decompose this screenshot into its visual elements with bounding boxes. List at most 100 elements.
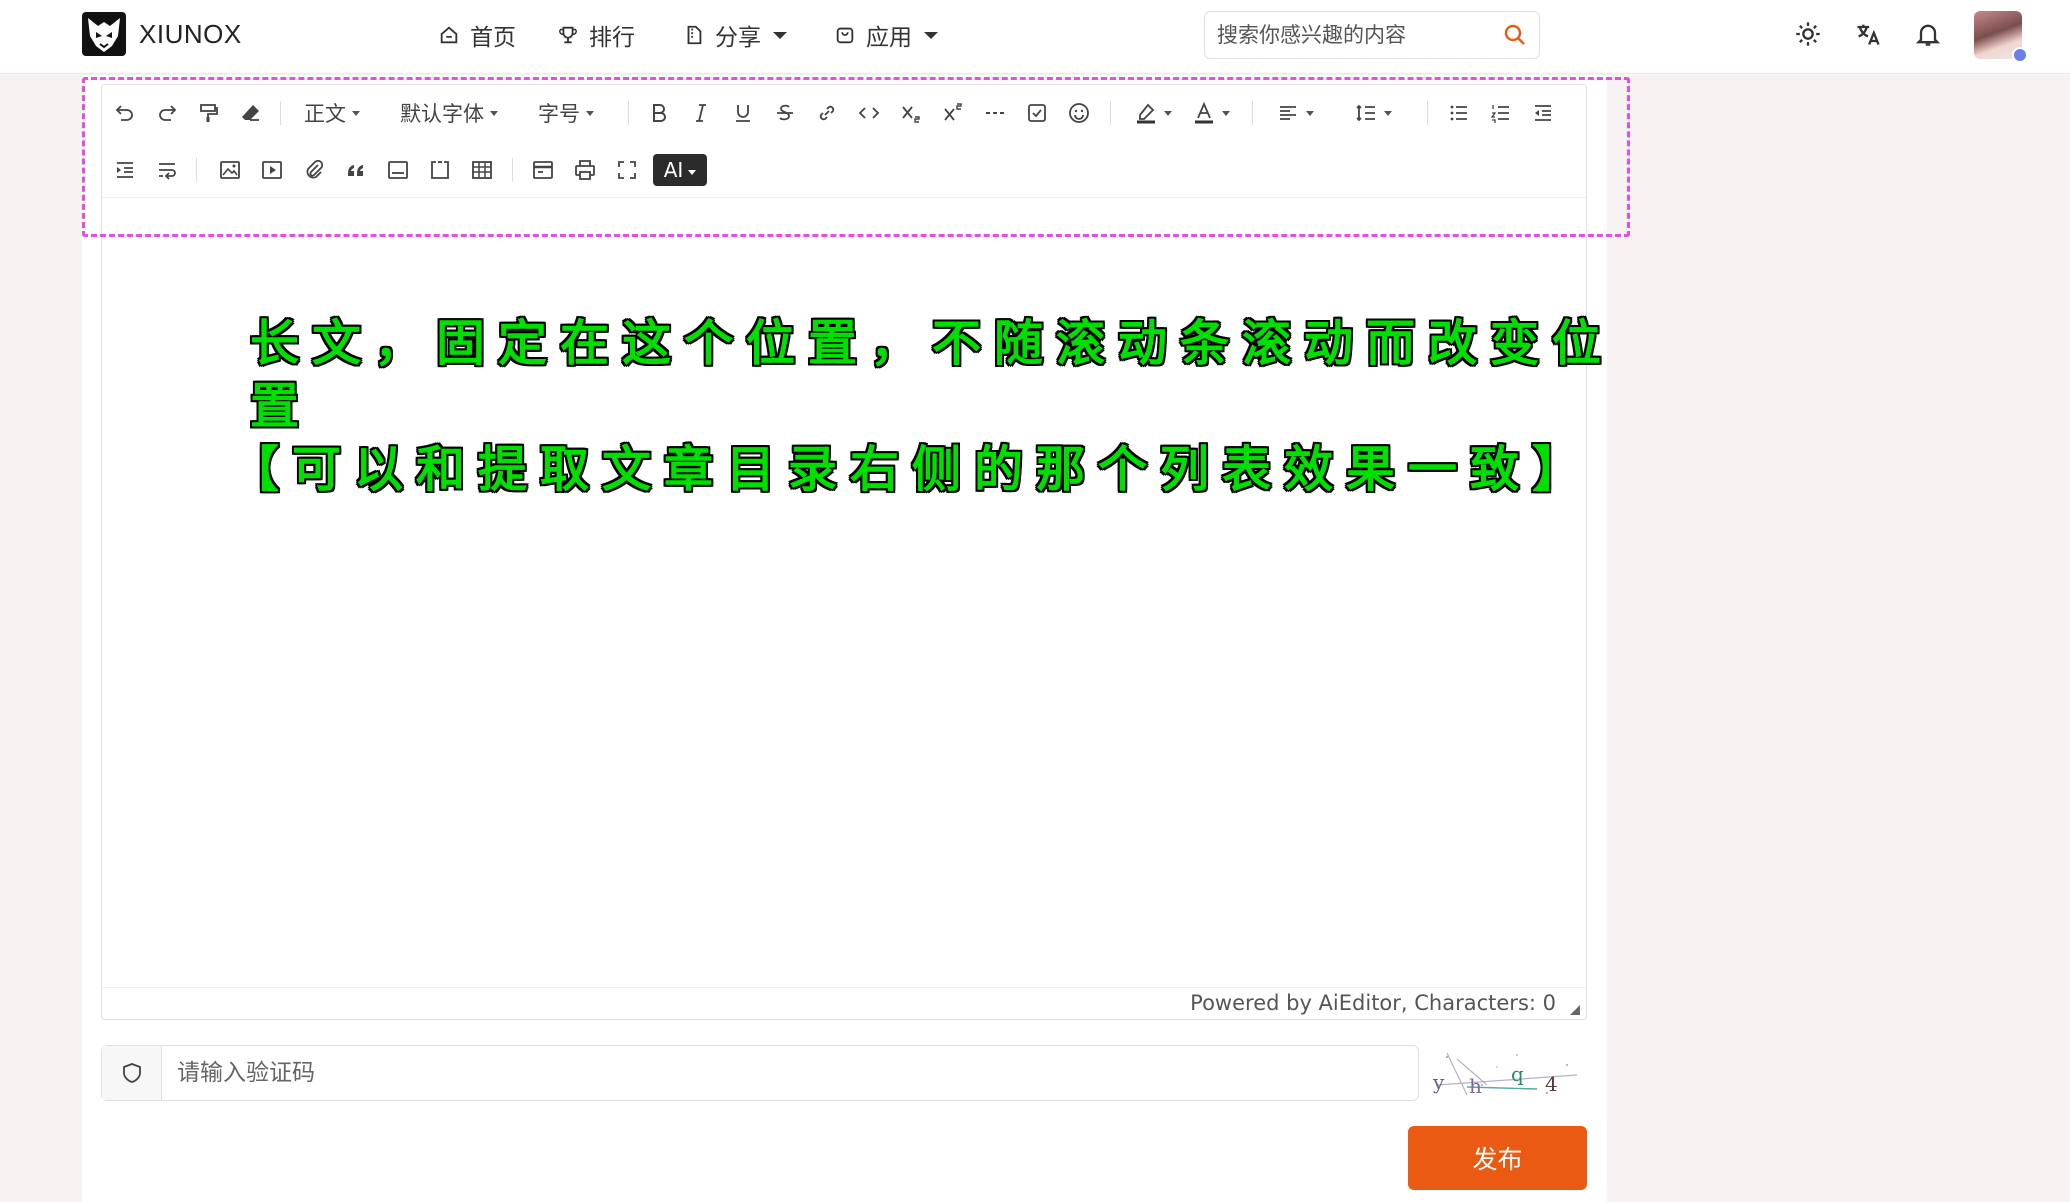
ai-label: AI — [663, 158, 684, 182]
highlight-color-button[interactable] — [1128, 96, 1178, 130]
video-button[interactable] — [255, 153, 289, 187]
italic-button[interactable] — [684, 96, 718, 130]
table-icon — [472, 161, 492, 179]
avatar[interactable] — [1974, 11, 2028, 63]
captcha-image[interactable]: y h q 4 — [1427, 1045, 1587, 1101]
outdent-button[interactable] — [1526, 96, 1560, 130]
window-icon — [533, 161, 553, 179]
search-input[interactable] — [1217, 12, 1497, 58]
translate-icon[interactable] — [1854, 20, 1882, 48]
text-wrap-icon — [159, 163, 176, 180]
outdent-icon — [1535, 105, 1551, 121]
chevron-down-icon — [1222, 110, 1230, 116]
brand-name[interactable]: XIUNOX — [139, 19, 242, 50]
eraser-icon — [242, 105, 259, 121]
undo-icon — [115, 105, 133, 121]
link-button[interactable] — [810, 96, 844, 130]
quote-icon — [348, 165, 363, 176]
font-size-label: 字号 — [538, 102, 580, 126]
code-block-icon — [431, 161, 449, 179]
line-break-button[interactable] — [150, 153, 184, 187]
captcha-input[interactable] — [177, 1046, 1377, 1100]
superscript-button[interactable] — [936, 96, 970, 130]
logo-icon[interactable] — [82, 12, 126, 56]
toolbar-divider — [280, 101, 281, 125]
image-button[interactable] — [213, 153, 247, 187]
top-navbar: XIUNOX 首页 排行 分享 应用 — [0, 0, 2070, 74]
undo-button[interactable] — [108, 96, 142, 130]
superscript-icon — [944, 103, 962, 121]
redo-button[interactable] — [150, 96, 184, 130]
sun-icon[interactable] — [1794, 20, 1822, 48]
code-icon — [858, 107, 880, 119]
toolbar-divider — [1427, 101, 1428, 125]
zip-file-icon — [687, 25, 702, 45]
toolbar-divider — [196, 158, 197, 182]
print-button[interactable] — [568, 153, 602, 187]
nav-home[interactable]: 首页 — [438, 18, 516, 52]
horizontal-rule-icon — [986, 112, 1004, 114]
nav-share[interactable]: 分享 — [683, 18, 787, 52]
chevron-down-icon — [490, 110, 498, 116]
chevron-down-icon — [1164, 110, 1172, 116]
captcha-char: 4 — [1545, 1072, 1558, 1096]
font-color-button[interactable] — [1186, 96, 1236, 130]
chevron-down-icon — [924, 31, 938, 39]
clear-format-button[interactable] — [234, 96, 268, 130]
ordered-list-icon — [1490, 105, 1509, 123]
bullet-list-button[interactable] — [1442, 96, 1476, 130]
paragraph-style-label: 正文 — [304, 102, 346, 126]
resize-handle[interactable] — [1570, 1005, 1580, 1015]
strikethrough-button[interactable] — [768, 96, 802, 130]
emoji-icon — [1069, 103, 1089, 123]
nav-apps-label: 应用 — [866, 25, 912, 51]
fullscreen-button[interactable] — [610, 153, 644, 187]
bullet-list-icon — [1450, 105, 1467, 121]
paint-roller-icon — [200, 104, 218, 122]
ai-menu-button[interactable]: AI — [653, 154, 707, 186]
horizontal-rule-button[interactable] — [978, 96, 1012, 130]
link-icon — [819, 105, 835, 121]
attachment-button[interactable] — [297, 153, 331, 187]
nav-home-label: 首页 — [470, 25, 516, 51]
font-family-select[interactable]: 默认字体 — [400, 96, 498, 130]
italic-icon — [696, 104, 706, 122]
app-bag-icon — [836, 27, 854, 44]
publish-button[interactable]: 发布 — [1408, 1126, 1587, 1190]
trophy-icon — [559, 26, 577, 44]
source-code-button[interactable] — [526, 153, 560, 187]
container-icon — [388, 161, 408, 179]
chevron-down-icon — [586, 110, 594, 116]
subscript-button[interactable] — [894, 96, 928, 130]
bell-icon[interactable] — [1914, 20, 1942, 48]
nav-apps[interactable]: 应用 — [834, 18, 938, 52]
highlighter-icon — [1137, 103, 1155, 124]
code-button[interactable] — [852, 96, 886, 130]
font-color-icon — [1195, 101, 1213, 124]
search-icon[interactable] — [1503, 23, 1527, 47]
quote-button[interactable] — [339, 153, 373, 187]
code-block-button[interactable] — [423, 153, 457, 187]
paragraph-style-select[interactable]: 正文 — [304, 96, 360, 130]
nav-ranking-label: 排行 — [589, 25, 635, 51]
strikethrough-icon — [777, 104, 793, 121]
line-height-button[interactable] — [1348, 96, 1398, 130]
indent-icon — [117, 162, 133, 178]
bold-button[interactable] — [642, 96, 676, 130]
online-badge — [2012, 47, 2028, 63]
indent-button[interactable] — [108, 153, 142, 187]
font-size-select[interactable]: 字号 — [538, 96, 594, 130]
table-button[interactable] — [465, 153, 499, 187]
task-list-button[interactable] — [1020, 96, 1054, 130]
emoji-button[interactable] — [1062, 96, 1096, 130]
container-button[interactable] — [381, 153, 415, 187]
fullscreen-icon — [618, 161, 636, 179]
nav-ranking[interactable]: 排行 — [557, 18, 635, 52]
underline-button[interactable] — [726, 96, 760, 130]
search-box — [1204, 11, 1540, 59]
nav-share-label: 分享 — [715, 25, 761, 51]
format-painter-button[interactable] — [192, 96, 226, 130]
align-button[interactable] — [1270, 96, 1320, 130]
ordered-list-button[interactable] — [1484, 96, 1518, 130]
captcha-char: h — [1469, 1074, 1482, 1098]
